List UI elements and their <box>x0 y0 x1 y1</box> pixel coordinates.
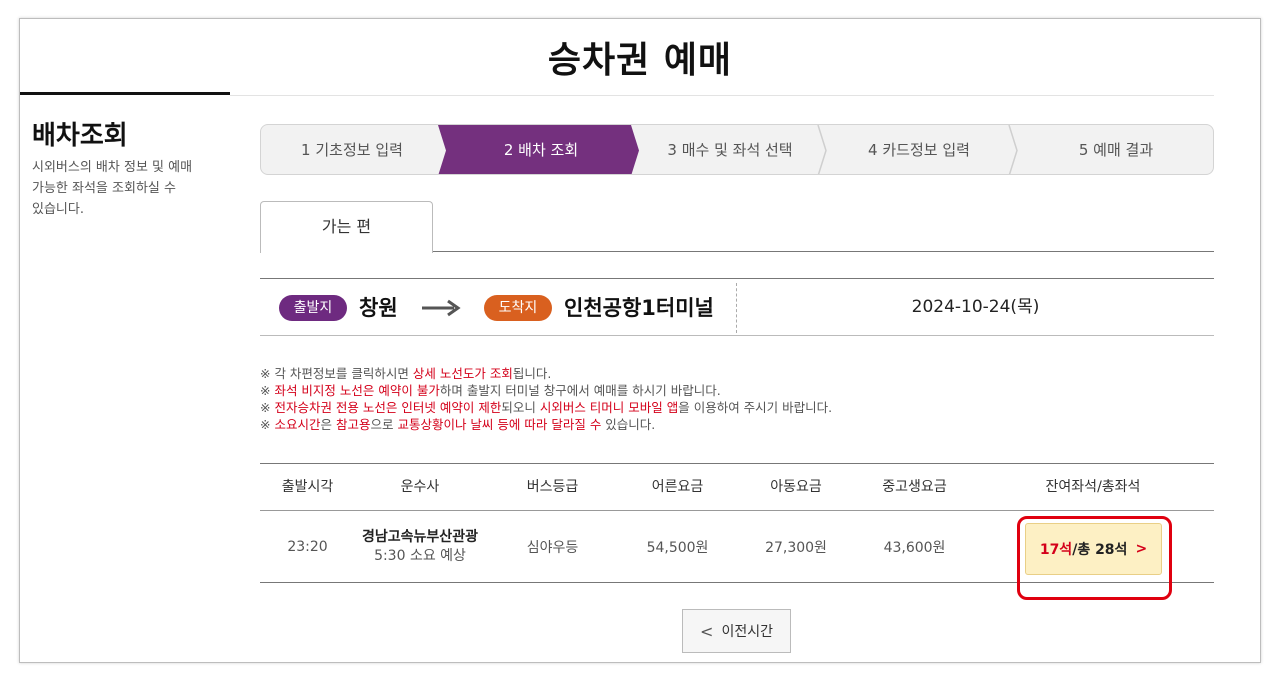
header-departure-time: 출발시각 <box>260 464 355 511</box>
schedule-table: 출발시각 운수사 버스등급 어른요금 아동요금 중고생요금 잔여좌석/총좌석 2… <box>260 463 1214 583</box>
step-number: 1 <box>301 141 311 159</box>
cell-student-fare: 43,600원 <box>857 511 972 583</box>
notice-text: 있습니다. <box>601 417 655 432</box>
step-1: 1 기초정보 입력 <box>261 125 443 175</box>
sidebar-description: 시외버스의 배차 정보 및 예매 가능한 좌석을 조회하실 수 있습니다. <box>32 157 212 220</box>
chevron-left-icon: < <box>700 622 713 641</box>
notice-text: ※ 각 차편정보를 클릭하시면 <box>260 366 413 381</box>
notice-text: 으로 <box>370 417 397 432</box>
notice-text: 하며 출발지 터미널 창구에서 예매를 하시기 바랍니다. <box>440 383 721 398</box>
header-bus-grade: 버스등급 <box>485 464 620 511</box>
step-label: 배차 조회 <box>518 141 578 159</box>
header-adult-fare: 어른요금 <box>620 464 735 511</box>
notice-highlight: 참고용 <box>336 417 371 432</box>
sidebar-heading: 배차조회 <box>32 115 128 152</box>
header-student-fare: 중고생요금 <box>857 464 972 511</box>
page-title: 승차권 예매 <box>20 31 1260 83</box>
cell-departure-time: 23:20 <box>260 511 355 583</box>
main-window: 승차권 예매 배차조회 시외버스의 배차 정보 및 예매 가능한 좌석을 조회하… <box>19 18 1261 663</box>
arrival-place: 인천공항1터미널 <box>564 292 714 322</box>
departure-badge: 출발지 <box>279 295 347 321</box>
step-progress-bar: 1 기초정보 입력 2 배차 조회 3 매수 및 좌석 선택 4 카드정보 입력… <box>260 124 1214 175</box>
departure-place: 창원 <box>359 292 398 322</box>
cell-child-fare: 27,300원 <box>735 511 857 583</box>
notice-text: ※ <box>260 400 274 415</box>
step-label: 매수 및 좌석 선택 <box>682 141 793 159</box>
travel-duration: 5:30 소요 예상 <box>374 547 466 566</box>
tab-underline <box>433 251 1214 252</box>
step-number: 5 <box>1079 141 1089 159</box>
step-4: 4 카드정보 입력 <box>826 125 1012 175</box>
step-label: 기초정보 입력 <box>315 141 403 159</box>
notice-line: ※ 전자승차권 전용 노선은 인터넷 예약이 제한되오니 시외버스 티머니 모바… <box>260 399 832 416</box>
previous-time-label: 이전시간 <box>721 621 773 641</box>
tab-outbound[interactable]: 가는 편 <box>260 201 433 253</box>
notice-highlight: 전자승차권 전용 노선은 인터넷 예약이 제한 <box>274 400 501 415</box>
cell-bus-grade: 심야우등 <box>485 511 620 583</box>
step-2-active: 2 배차 조회 <box>446 125 636 175</box>
notice-line: ※ 좌석 비지정 노선은 예약이 불가하며 출발지 터미널 창구에서 예매를 하… <box>260 382 832 399</box>
select-seats-button[interactable]: 17석 /총 28석 > <box>1025 523 1162 575</box>
notice-list: ※ 각 차편정보를 클릭하시면 상세 노선도가 조회됩니다. ※ 좌석 비지정 … <box>260 365 832 433</box>
notice-highlight: 시외버스 티머니 모바일 앱 <box>540 400 678 415</box>
notice-text: 됩니다. <box>513 366 551 381</box>
travel-date: 2024-10-24(목) <box>737 279 1214 335</box>
header-seats: 잔여좌석/총좌석 <box>972 464 1214 511</box>
chevron-right-icon: > <box>1135 541 1147 557</box>
step-5: 5 예매 결과 <box>1017 125 1214 175</box>
notice-highlight: 상세 노선도가 조회 <box>413 366 513 381</box>
cell-adult-fare: 54,500원 <box>620 511 735 583</box>
notice-highlight: 교통상황이나 날씨 등에 따라 달라질 수 <box>397 417 601 432</box>
notice-text: ※ <box>260 417 274 432</box>
total-seats: /총 28석 <box>1072 539 1127 559</box>
header-company: 운수사 <box>355 464 485 511</box>
arrival-badge: 도착지 <box>484 295 552 321</box>
table-header: 출발시각 운수사 버스등급 어른요금 아동요금 중고생요금 잔여좌석/총좌석 <box>260 463 1214 511</box>
company-name: 경남고속뉴부산관광 <box>362 528 478 547</box>
notice-line: ※ 소요시간은 참고용으로 교통상황이나 날씨 등에 따라 달라질 수 있습니다… <box>260 416 832 433</box>
step-3: 3 매수 및 좌석 선택 <box>639 125 821 175</box>
arrow-right-icon <box>420 298 464 318</box>
title-divider <box>230 95 1214 96</box>
step-number: 2 <box>504 141 514 159</box>
header-child-fare: 아동요금 <box>735 464 857 511</box>
route-summary: 출발지 창원 도착지 인천공항1터미널 2024-10-24(목) <box>260 278 1214 336</box>
notice-line: ※ 각 차편정보를 클릭하시면 상세 노선도가 조회됩니다. <box>260 365 832 382</box>
table-row[interactable]: 23:20 경남고속뉴부산관광 5:30 소요 예상 심야우등 54,500원 … <box>260 511 1214 583</box>
notice-highlight: 좌석 비지정 노선은 예약이 불가 <box>274 383 439 398</box>
notice-highlight: 소요시간 <box>274 417 320 432</box>
step-number: 3 <box>667 141 677 159</box>
sidebar-top-rule <box>20 92 230 95</box>
step-number: 4 <box>868 141 878 159</box>
notice-text: 은 <box>320 417 335 432</box>
available-seats: 17석 <box>1040 539 1072 559</box>
cell-company: 경남고속뉴부산관광 5:30 소요 예상 <box>355 511 485 583</box>
step-label: 카드정보 입력 <box>882 141 970 159</box>
notice-text: 되오니 <box>501 400 539 415</box>
previous-time-button[interactable]: < 이전시간 <box>682 609 791 653</box>
step-label: 예매 결과 <box>1093 141 1153 159</box>
notice-text: 을 이용하여 주시기 바랍니다. <box>678 400 832 415</box>
notice-text: ※ <box>260 383 274 398</box>
